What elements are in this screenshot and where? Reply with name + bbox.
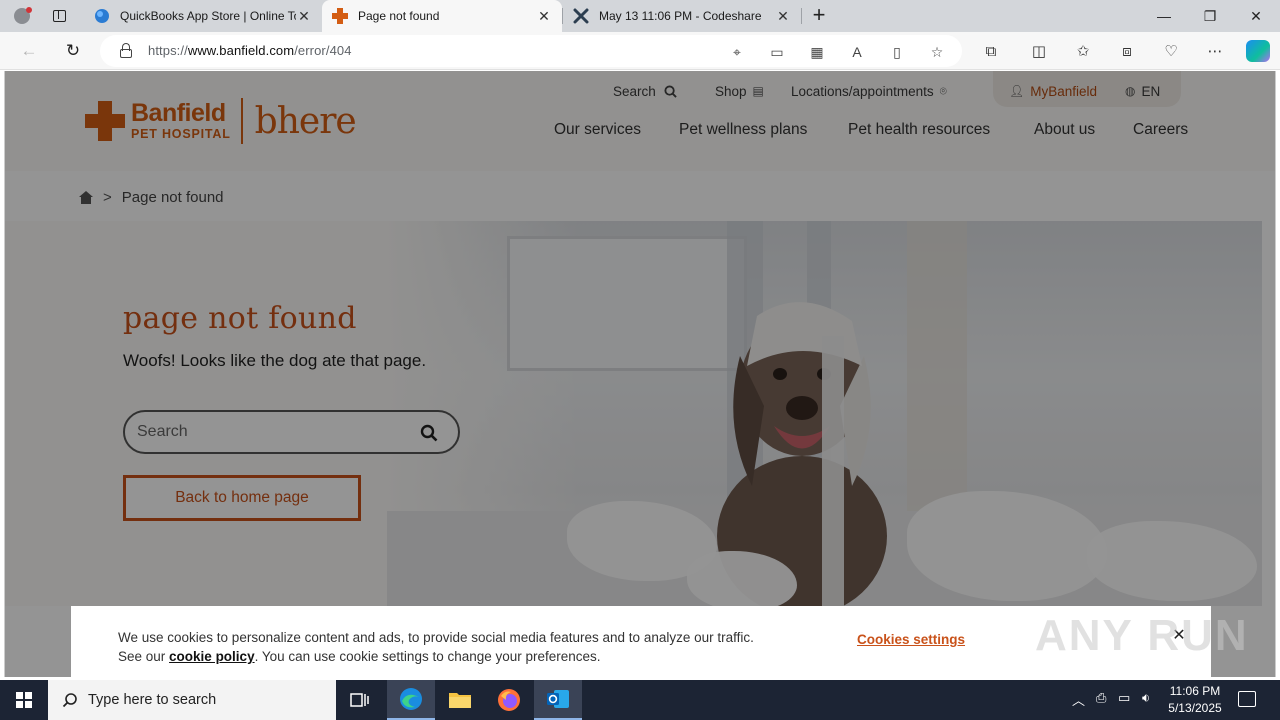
tab-title: May 13 11:06 PM - Codeshare (599, 9, 762, 23)
task-view-icon[interactable] (336, 680, 384, 720)
globe-favicon-icon (94, 8, 110, 24)
favorites-icon[interactable]: ✩ (1072, 41, 1094, 63)
windows-logo-icon (16, 692, 32, 708)
lock-icon[interactable] (120, 43, 132, 59)
clock-time: 11:06 PM (1169, 684, 1221, 698)
read-aloud-icon[interactable]: A (848, 43, 866, 61)
browser-essentials-icon[interactable]: ♡ (1160, 41, 1182, 63)
taskbar-search[interactable]: Type here to search (48, 680, 336, 720)
system-clock[interactable]: 11:06 PM 5/13/2025 (1160, 683, 1230, 717)
close-tab-icon[interactable]: ✕ (536, 8, 552, 24)
address-field[interactable]: https://www.banfield.com/error/404 ⌖ ▭ ▦… (100, 35, 962, 67)
more-options-icon[interactable]: ⋯ (1204, 41, 1226, 63)
windows-taskbar: Type here to search ︿ ⎙ ▭ 🔉︎ 11:06 PM 5/… (0, 680, 1280, 720)
search-icon (62, 693, 77, 708)
address-toolbar: ← ↻ https://www.banfield.com/error/404 ⌖… (0, 32, 1280, 70)
edge-taskbar-icon[interactable] (387, 680, 435, 720)
new-tab-icon[interactable]: + (808, 4, 830, 28)
close-window-icon[interactable]: ✕ (1233, 0, 1279, 32)
tab-quickbooks[interactable]: QuickBooks App Store | Online To ✕ (84, 0, 322, 32)
url-text[interactable]: https://www.banfield.com/error/404 (148, 43, 352, 58)
web-page: Banfield PET HOSPITAL bhere Search Shop … (4, 71, 1276, 677)
immersive-reader-icon[interactable]: ▯ (888, 43, 906, 61)
collections-icon[interactable]: ⧈ (1116, 41, 1138, 63)
start-button[interactable] (0, 680, 48, 720)
restore-icon[interactable]: ❐ (1187, 0, 1233, 32)
clock-date: 5/13/2025 (1168, 701, 1222, 715)
taskbar-search-placeholder: Type here to search (88, 692, 217, 708)
firefox-icon[interactable] (485, 680, 533, 720)
tab-separator (801, 8, 802, 24)
notifications-icon[interactable] (1238, 691, 1256, 707)
back-arrow-icon[interactable]: ← (16, 40, 42, 62)
file-explorer-icon[interactable] (436, 680, 484, 720)
tab-title: QuickBooks App Store | Online To (120, 9, 296, 23)
app-available-icon[interactable]: ▭ (768, 43, 786, 61)
cookie-text: . You can use cookie settings to change … (254, 649, 601, 664)
banfield-favicon-icon (332, 8, 348, 24)
close-tab-icon[interactable]: ✕ (775, 8, 791, 24)
outlook-icon[interactable] (534, 680, 582, 720)
codeshare-favicon-icon (573, 8, 589, 24)
modal-overlay[interactable] (5, 71, 1275, 677)
copilot-icon[interactable] (1246, 40, 1270, 62)
anyrun-watermark: ANY RUN (1035, 611, 1249, 660)
network-icon[interactable]: ▭ (1118, 690, 1130, 706)
apps-grid-icon[interactable]: ▦ (808, 43, 826, 61)
cookie-message: We use cookies to personalize content an… (118, 628, 758, 666)
tab-actions-icon[interactable] (48, 6, 70, 26)
tab-codeshare[interactable]: May 13 11:06 PM - Codeshare ✕ (563, 0, 801, 32)
tab-title: Page not found (358, 9, 440, 23)
show-hidden-icons-icon[interactable]: ︿ (1072, 690, 1085, 709)
browser-tab-strip: QuickBooks App Store | Online To ✕ Page … (0, 0, 1280, 32)
favorite-star-icon[interactable]: ☆ (928, 43, 946, 61)
extensions-icon[interactable]: ⧉ (980, 41, 1002, 63)
split-screen-icon[interactable]: ◫ (1028, 41, 1050, 63)
volume-icon[interactable]: 🔉︎ (1142, 690, 1150, 706)
minimize-icon[interactable]: — (1141, 0, 1187, 32)
device-icon[interactable]: ⎙ (1096, 690, 1106, 706)
profile-avatar-icon[interactable] (8, 4, 36, 28)
refresh-icon[interactable]: ↻ (60, 40, 86, 62)
cookie-settings-link[interactable]: Cookies settings (857, 632, 965, 647)
location-pin-icon[interactable]: ⌖ (728, 43, 746, 61)
close-tab-icon[interactable]: ✕ (296, 8, 312, 24)
tab-page-not-found[interactable]: Page not found ✕ (322, 0, 562, 32)
cookie-policy-link[interactable]: cookie policy (169, 649, 255, 664)
